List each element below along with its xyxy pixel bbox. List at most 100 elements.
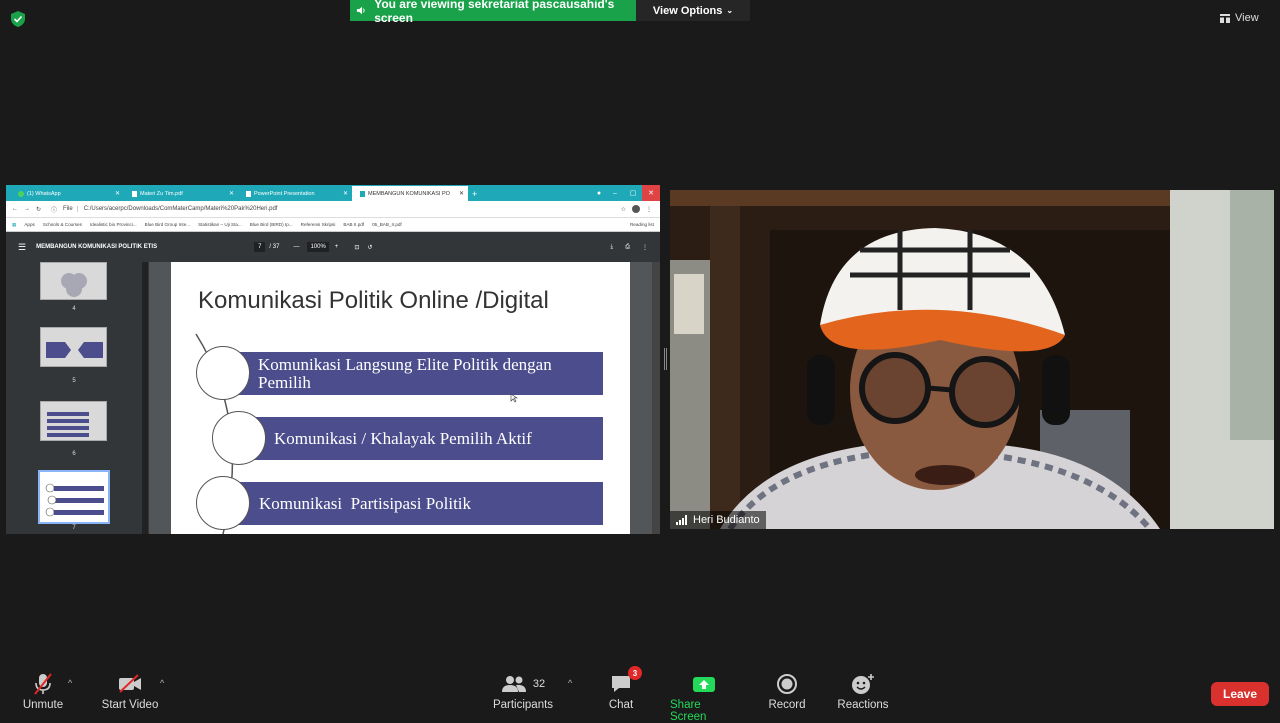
print-icon[interactable]: ⎙ xyxy=(625,244,630,251)
reactions-button[interactable]: Reactions xyxy=(836,672,890,711)
participant-video[interactable]: Heri Budianto xyxy=(670,190,1274,529)
panel-resize-handle[interactable] xyxy=(664,348,667,370)
page-total: / 37 xyxy=(269,244,280,250)
download-icon[interactable]: ⤓ xyxy=(611,244,614,251)
info-icon[interactable]: ⓘ xyxy=(51,205,57,214)
record-button[interactable]: Record xyxy=(768,672,806,711)
bookmark-item[interactable]: Statistikan – Uji Sta... xyxy=(198,222,242,227)
unmute-button[interactable]: Unmute xyxy=(20,672,66,711)
forward-icon[interactable]: → xyxy=(24,206,30,212)
bullet-circle xyxy=(196,346,250,400)
tab-membangun-active[interactable]: MEMBANGUN KOMUNIKASI PO ✕ xyxy=(352,186,468,201)
shared-screen[interactable]: (1) WhatsApp ✕ Materi Zu Tim.pdf ✕ PowerPo… xyxy=(6,185,660,534)
page-number-input[interactable]: 7 xyxy=(254,242,266,252)
maximize-icon[interactable]: ▢ xyxy=(624,185,642,201)
thumbnail-page-5[interactable] xyxy=(40,327,107,367)
close-tab-icon[interactable]: ✕ xyxy=(115,190,120,197)
chat-button[interactable]: 3 Chat xyxy=(606,666,642,711)
reading-list[interactable]: Reading list xyxy=(630,222,654,227)
thumbnail-number: 5 xyxy=(72,378,76,384)
close-tab-icon[interactable]: ✕ xyxy=(229,190,234,197)
video-options-caret-icon[interactable]: ^ xyxy=(160,678,164,688)
view-button[interactable]: View xyxy=(1220,8,1272,28)
reactions-label: Reactions xyxy=(837,699,889,711)
security-shield-icon[interactable] xyxy=(10,10,26,28)
start-video-button[interactable]: Start Video xyxy=(100,672,160,711)
whatsapp-icon xyxy=(18,190,24,197)
tab-label: Materi Zu Tim.pdf xyxy=(140,190,183,197)
record-label: Record xyxy=(768,699,806,711)
new-tab-button[interactable]: + xyxy=(468,186,484,201)
minimize-icon[interactable]: – xyxy=(606,185,624,201)
participant-name: Heri Budianto xyxy=(693,514,760,526)
thumbnail-page-6[interactable] xyxy=(40,401,107,441)
pdf-doc-title: MEMBANGUN KOMUNIKASI POLITIK ETIS xyxy=(36,244,158,250)
zoom-level-input[interactable]: 100% xyxy=(307,242,329,252)
address-url[interactable]: C:/Users/acerpc/Downloads/ComMaterCamp/M… xyxy=(84,206,278,212)
tab-powerpoint[interactable]: PowerPoint Presentation ✕ xyxy=(238,186,352,201)
apps-icon: ▦ xyxy=(12,221,17,227)
unmute-label: Unmute xyxy=(22,699,64,711)
pdf-scrollbar[interactable] xyxy=(652,262,660,534)
bookmark-item[interactable]: Apps xyxy=(24,222,34,227)
pdf-toolbar: ☰ MEMBANGUN KOMUNIKASI POLITIK ETIS 7 / … xyxy=(6,232,660,262)
tab-label: MEMBANGUN KOMUNIKASI PO xyxy=(368,190,450,197)
bookmark-item[interactable]: 05_BAB_II.pdf xyxy=(372,222,402,227)
thumbnail-scrollbar[interactable] xyxy=(142,262,148,534)
audio-options-caret-icon[interactable]: ^ xyxy=(68,678,72,688)
zoom-in-icon[interactable]: + xyxy=(335,244,339,250)
participants-label: Participants xyxy=(492,699,554,711)
back-icon[interactable]: ← xyxy=(12,206,18,212)
bookmark-item[interactable]: Schools & Courses xyxy=(43,222,82,227)
thumbnail-number: 4 xyxy=(72,306,76,312)
share-screen-icon xyxy=(692,672,716,696)
banner-text: You are viewing sekretariat pascausahid'… xyxy=(374,0,615,25)
view-label: View xyxy=(1235,12,1259,24)
participants-button[interactable]: 32 Participants xyxy=(492,672,554,711)
share-screen-label: Share Screen xyxy=(670,699,707,723)
video-off-icon xyxy=(117,672,143,696)
rotate-icon[interactable]: ↺ xyxy=(367,244,372,251)
zoom-out-icon[interactable]: — xyxy=(293,244,299,250)
slide-item-2: Komunikasi / Khalayak Pemilih Aktif xyxy=(249,417,603,460)
participant-video-image xyxy=(670,190,1274,529)
fit-page-icon[interactable]: ⊡ xyxy=(354,244,359,251)
bookmark-item[interactable]: BAB II.pdf xyxy=(343,222,364,227)
bookmark-item[interactable]: Blue Bird (BIRD) Ip... xyxy=(250,222,293,227)
tab-materi-pdf[interactable]: Materi Zu Tim.pdf ✕ xyxy=(124,186,238,201)
address-bar[interactable]: ← → ↻ ⓘ File C:/Users/acerpc/Downloads/C… xyxy=(6,201,660,218)
thumbnail-page-7-selected[interactable] xyxy=(38,470,110,524)
star-icon[interactable]: ☆ xyxy=(621,206,626,213)
bookmark-item[interactable]: Blue Bird Group Inte... xyxy=(145,222,190,227)
pdf-icon xyxy=(360,190,365,197)
bullet-circle xyxy=(212,411,266,465)
mouse-cursor-icon xyxy=(510,393,518,403)
participants-count: 32 xyxy=(532,678,546,690)
participants-options-caret-icon[interactable]: ^ xyxy=(568,678,572,688)
thumbnail-number: 7 xyxy=(72,525,76,531)
bookmark-item[interactable]: Idealistic bio Provinci... xyxy=(90,222,137,227)
bookmark-item[interactable]: Referensi Skripsi xyxy=(301,222,336,227)
close-window-icon[interactable]: ✕ xyxy=(642,185,660,201)
slide-title: Komunikasi Politik Online /Digital xyxy=(198,287,549,314)
view-options-button[interactable]: View Options ⌄ xyxy=(636,0,750,21)
bullet-circle xyxy=(196,476,250,530)
avatar[interactable] xyxy=(632,205,640,213)
participants-icon xyxy=(501,676,526,692)
share-screen-button[interactable]: Share Screen xyxy=(670,672,738,723)
thumbnail-page-4[interactable] xyxy=(40,262,107,300)
participant-name-tag: Heri Budianto xyxy=(670,511,766,529)
hamburger-icon[interactable]: ☰ xyxy=(18,242,26,253)
leave-button[interactable]: Leave xyxy=(1211,682,1269,706)
participants-icon-group: 32 xyxy=(501,672,545,696)
reload-icon[interactable]: ↻ xyxy=(36,206,41,213)
tab-whatsapp[interactable]: (1) WhatsApp ✕ xyxy=(10,186,124,201)
menu-kebab-icon[interactable]: ⋮ xyxy=(646,206,652,213)
address-prefix: File xyxy=(63,206,78,212)
reactions-icon xyxy=(851,672,875,696)
close-tab-icon[interactable]: ✕ xyxy=(459,190,464,197)
pdf-viewer[interactable]: 4 5 6 7 Komunikasi Politik Online /Digit… xyxy=(6,262,660,534)
pdf-menu-icon[interactable]: ⋮ xyxy=(642,244,648,251)
chat-unread-badge: 3 xyxy=(628,666,642,680)
close-tab-icon[interactable]: ✕ xyxy=(343,190,348,197)
